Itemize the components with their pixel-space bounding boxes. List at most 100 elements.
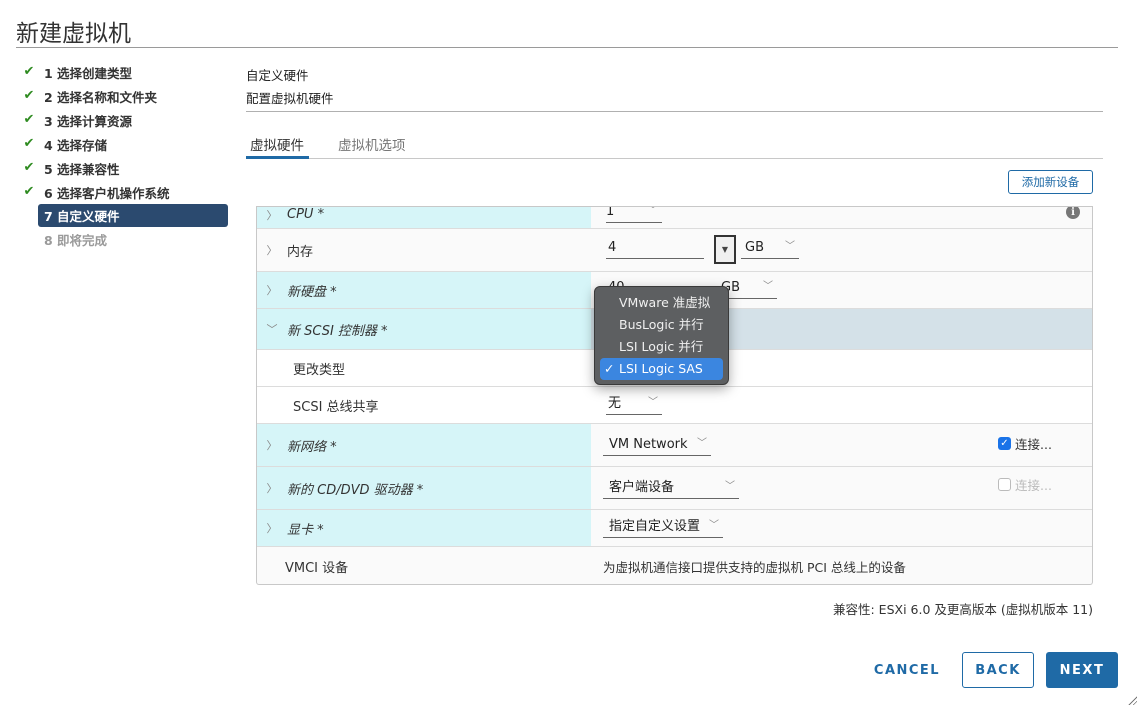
step-label: 4 选择存储 bbox=[44, 137, 108, 153]
tab-bar: 虚拟硬件 虚拟机选项 bbox=[246, 130, 1103, 159]
network-label: 新网络 * bbox=[287, 439, 337, 455]
chevron-right-icon[interactable]: 〉 bbox=[257, 437, 287, 453]
section-title: 自定义硬件 bbox=[246, 68, 309, 83]
step-label: 7 自定义硬件 bbox=[44, 209, 120, 224]
chevron-down-icon: ﹀ bbox=[697, 438, 707, 449]
chevron-down-icon: ﹀ bbox=[648, 207, 658, 216]
memory-label: 内存 bbox=[287, 244, 314, 260]
bus-sharing-label: SCSI 总线共享 bbox=[293, 399, 379, 415]
check-icon: ✔ bbox=[23, 88, 35, 103]
chevron-down-icon: ﹀ bbox=[785, 241, 795, 252]
vmci-description: 为虚拟机通信接口提供支持的虚拟机 PCI 总线上的设备 bbox=[603, 559, 906, 575]
step-2[interactable]: ✔ 2 选择名称和文件夹 bbox=[22, 84, 228, 108]
bus-sharing-select[interactable]: 无 ﹀ bbox=[606, 393, 662, 415]
resize-handle-icon[interactable] bbox=[1127, 695, 1137, 705]
check-icon: ✔ bbox=[23, 64, 35, 79]
step-1[interactable]: ✔ 1 选择创建类型 bbox=[22, 60, 228, 84]
step-label: 2 选择名称和文件夹 bbox=[44, 89, 158, 105]
step-6[interactable]: ✔ 6 选择客户机操作系统 bbox=[22, 180, 228, 204]
cpu-select[interactable]: 1 ﹀ bbox=[606, 207, 662, 223]
step-label: 8 即将完成 bbox=[44, 232, 108, 248]
network-value: VM Network bbox=[609, 437, 688, 452]
row-scsi-bus-sharing: SCSI 总线共享 无 ﹀ bbox=[257, 387, 1092, 424]
step-5[interactable]: ✔ 5 选择兼容性 bbox=[22, 156, 228, 180]
video-card-value: 指定自定义设置 bbox=[609, 519, 701, 534]
chevron-right-icon[interactable]: 〉 bbox=[257, 242, 287, 258]
cd-dvd-connect-checkbox[interactable]: 连接... bbox=[998, 475, 1052, 494]
window-title: 新建虚拟机 bbox=[16, 21, 131, 47]
row-video-card: 〉 显卡 * 指定自定义设置 ﹀ bbox=[257, 510, 1092, 547]
chevron-down-icon: ﹀ bbox=[709, 520, 719, 531]
header-divider bbox=[246, 111, 1103, 112]
memory-unit: GB bbox=[745, 240, 764, 255]
step-label: 3 选择计算资源 bbox=[44, 113, 133, 129]
connect-label: 连接... bbox=[1015, 437, 1052, 452]
scsi-option-buslogic-parallel[interactable]: BusLogic 并行 bbox=[600, 314, 723, 336]
video-card-select[interactable]: 指定自定义设置 ﹀ bbox=[603, 516, 723, 538]
step-3[interactable]: ✔ 3 选择计算资源 bbox=[22, 108, 228, 132]
hard-disk-label: 新硬盘 * bbox=[287, 284, 337, 300]
memory-value: 4 bbox=[608, 240, 617, 255]
memory-input[interactable]: 4 bbox=[606, 237, 704, 259]
row-vmci: VMCI 设备 为虚拟机通信接口提供支持的虚拟机 PCI 总线上的设备 bbox=[257, 547, 1092, 584]
wizard-steps: ✔ 1 选择创建类型 ✔ 2 选择名称和文件夹 ✔ 3 选择计算资源 ✔ 4 选… bbox=[22, 60, 228, 251]
step-8: 8 即将完成 bbox=[22, 227, 228, 251]
checkmark-icon: ✓ bbox=[604, 361, 615, 376]
row-cd-dvd: 〉 新的 CD/DVD 驱动器 * 客户端设备 ﹀ 连接... bbox=[257, 467, 1092, 510]
check-icon: ✔ bbox=[23, 160, 35, 175]
connect-label: 连接... bbox=[1015, 478, 1052, 493]
scsi-type-dropdown-menu: VMware 准虚拟 BusLogic 并行 LSI Logic 并行 ✓ LS… bbox=[594, 286, 729, 385]
vmci-label: VMCI 设备 bbox=[285, 560, 349, 576]
row-cpu: 〉 CPU * 1 ﹀ i bbox=[257, 207, 1092, 229]
checkbox-checked-icon: ✓ bbox=[998, 437, 1011, 450]
step-label: 1 选择创建类型 bbox=[44, 65, 133, 81]
cd-dvd-label: 新的 CD/DVD 驱动器 * bbox=[287, 482, 424, 498]
next-button[interactable]: NEXT bbox=[1046, 652, 1118, 688]
cd-dvd-select[interactable]: 客户端设备 ﹀ bbox=[603, 477, 739, 499]
chevron-right-icon[interactable]: 〉 bbox=[257, 520, 287, 536]
cd-dvd-value: 客户端设备 bbox=[609, 480, 675, 495]
network-connect-checkbox[interactable]: ✓ 连接... bbox=[998, 434, 1052, 453]
title-divider bbox=[16, 47, 1118, 48]
row-memory: 〉 内存 4 ▼ GB ﹀ bbox=[257, 229, 1092, 272]
chevron-right-icon[interactable]: 〉 bbox=[257, 480, 287, 496]
add-new-device-button[interactable]: 添加新设备 bbox=[1008, 170, 1093, 194]
hardware-grid: 〉 CPU * 1 ﹀ i 〉 内存 4 ▼ GB ﹀ 〉 新硬盘 * 40 bbox=[256, 207, 1093, 585]
scsi-option-lsi-logic-sas[interactable]: ✓ LSI Logic SAS bbox=[600, 358, 723, 380]
bus-sharing-value: 无 bbox=[608, 396, 622, 411]
option-label: LSI Logic SAS bbox=[619, 361, 703, 376]
step-7-current[interactable]: 7 自定义硬件 bbox=[38, 204, 228, 227]
chevron-right-icon[interactable]: 〉 bbox=[257, 282, 287, 298]
scsi-controller-label: 新 SCSI 控制器 * bbox=[287, 323, 388, 339]
scsi-option-vmware-paravirtual[interactable]: VMware 准虚拟 bbox=[600, 292, 723, 314]
cpu-label: CPU * bbox=[287, 207, 325, 222]
step-label: 5 选择兼容性 bbox=[44, 161, 120, 177]
chevron-down-icon: ﹀ bbox=[763, 281, 773, 292]
section-subtitle: 配置虚拟机硬件 bbox=[246, 91, 334, 106]
scsi-option-lsi-logic-parallel[interactable]: LSI Logic 并行 bbox=[600, 336, 723, 358]
check-icon: ✔ bbox=[23, 112, 35, 127]
info-icon[interactable]: i bbox=[1066, 207, 1080, 219]
back-button[interactable]: BACK bbox=[962, 652, 1034, 688]
memory-spin-down-button[interactable]: ▼ bbox=[714, 235, 736, 264]
step-4[interactable]: ✔ 4 选择存储 bbox=[22, 132, 228, 156]
change-type-label: 更改类型 bbox=[293, 362, 346, 378]
chevron-right-icon[interactable]: 〉 bbox=[257, 207, 287, 223]
row-network: 〉 新网络 * VM Network ﹀ ✓ 连接... bbox=[257, 424, 1092, 467]
active-tab-indicator bbox=[246, 156, 309, 159]
network-select[interactable]: VM Network ﹀ bbox=[603, 434, 711, 456]
tab-vm-options[interactable]: 虚拟机选项 bbox=[338, 134, 406, 154]
chevron-down-icon: ﹀ bbox=[725, 481, 735, 492]
check-icon: ✔ bbox=[23, 184, 35, 199]
check-icon: ✔ bbox=[23, 136, 35, 151]
checkbox-unchecked-icon bbox=[998, 478, 1011, 491]
chevron-down-icon: ﹀ bbox=[648, 397, 658, 408]
compatibility-text: 兼容性: ESXi 6.0 及更高版本 (虚拟机版本 11) bbox=[833, 602, 1093, 617]
chevron-down-icon[interactable]: ﹀ bbox=[257, 321, 287, 337]
cancel-button[interactable]: CANCEL bbox=[866, 652, 948, 688]
cpu-value: 1 bbox=[606, 207, 615, 219]
tab-virtual-hardware[interactable]: 虚拟硬件 bbox=[250, 134, 304, 154]
step-label: 6 选择客户机操作系统 bbox=[44, 185, 170, 201]
video-card-label: 显卡 * bbox=[287, 522, 324, 538]
memory-unit-select[interactable]: GB ﹀ bbox=[741, 237, 799, 259]
